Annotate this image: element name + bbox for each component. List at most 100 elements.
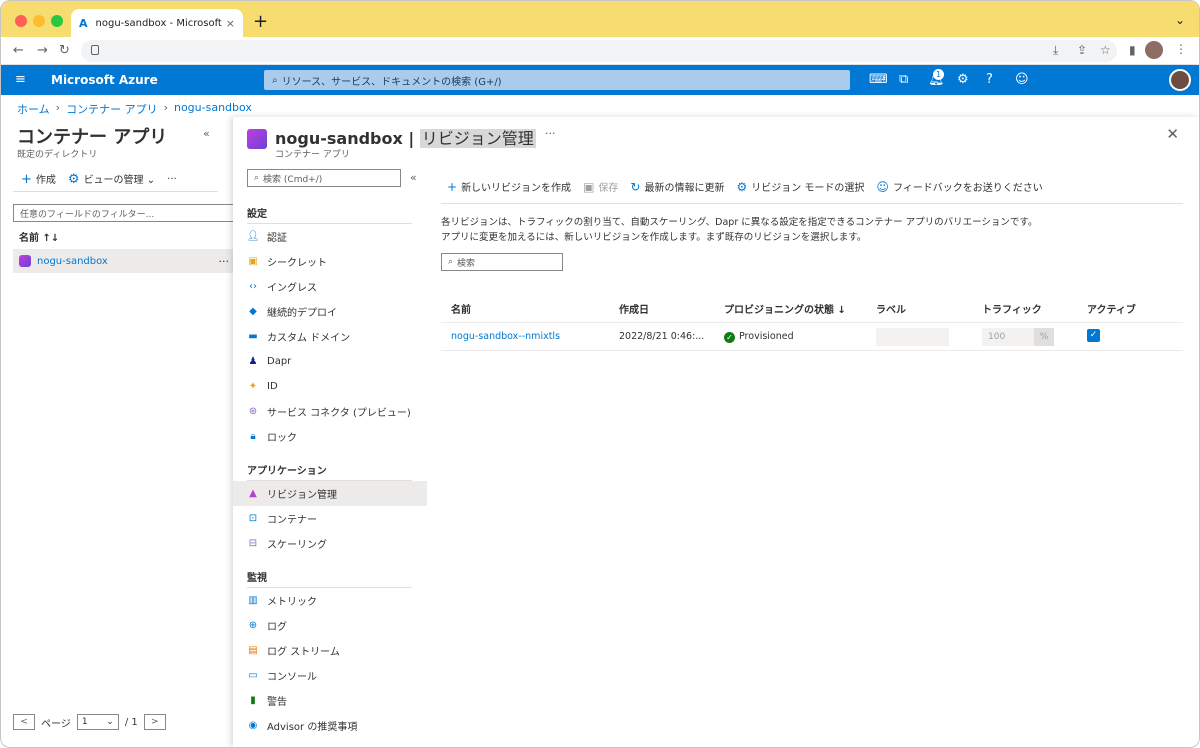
- domain-icon: ▬: [248, 331, 258, 342]
- menu-item-id[interactable]: ✦ ID: [233, 374, 427, 399]
- feedback-label: フィードバックをお送りください: [892, 183, 1043, 194]
- save-button[interactable]: ▣ 保存: [583, 179, 618, 194]
- next-page-button[interactable]: >: [143, 714, 166, 730]
- list-item-name[interactable]: nogu-sandbox: [37, 256, 108, 267]
- menu-item-continuous-deploy[interactable]: ◆ 継続的デプロイ: [233, 299, 427, 324]
- breadcrumb-container-apps[interactable]: コンテナー アプリ: [66, 101, 158, 117]
- global-search-input[interactable]: ⌕ リソース、サービス、ドキュメントの検索 (G+/): [264, 70, 850, 90]
- resource-menu-search[interactable]: ⌕ 検索 (Cmd+/): [247, 169, 401, 187]
- menu-item-console[interactable]: ▭ コンソール: [233, 663, 427, 688]
- cube-icon: ◆: [249, 306, 257, 317]
- account-avatar[interactable]: [1169, 69, 1191, 91]
- tab-search-chevron-icon[interactable]: ⌄: [1175, 13, 1185, 27]
- revision-name-link[interactable]: nogu-sandbox--nmixtls: [451, 331, 560, 342]
- divider: [441, 203, 1183, 204]
- more-commands-icon[interactable]: ···: [167, 174, 177, 185]
- menu-item-custom-domain[interactable]: ▬ カスタム ドメイン: [233, 324, 427, 349]
- column-header-name[interactable]: 名前: [451, 301, 471, 316]
- row-more-icon[interactable]: ···: [219, 255, 230, 268]
- menu-item-service-connector[interactable]: ⊛ サービス コネクタ (プレビュー): [233, 399, 427, 424]
- dapr-icon: ♟: [248, 356, 258, 367]
- column-header-traffic[interactable]: トラフィック: [982, 301, 1042, 316]
- menu-item-auth[interactable]: 👤︎ 認証: [233, 224, 427, 249]
- menu-item-secrets[interactable]: ▣ シークレット: [233, 249, 427, 274]
- menu-item-metrics[interactable]: ▥ メトリック: [233, 588, 427, 613]
- tab-close-icon[interactable]: ×: [226, 17, 235, 30]
- column-header-created[interactable]: 作成日: [619, 301, 649, 316]
- menu-item-alerts[interactable]: ▮ 警告: [233, 688, 427, 713]
- maximize-window-button[interactable]: [51, 15, 63, 27]
- traffic-value: 100: [988, 332, 1006, 342]
- container-icon: ⊡: [248, 513, 258, 524]
- person-icon: 👤︎: [246, 231, 260, 242]
- menu-item-log-stream[interactable]: ▤ ログ ストリーム: [233, 638, 427, 663]
- profile-avatar[interactable]: [1145, 41, 1163, 59]
- help-icon[interactable]: ?: [986, 72, 993, 87]
- browser-window: A nogu-sandbox - Microsoft Azure × + ⌄ ←…: [0, 0, 1200, 748]
- azure-favicon-icon: A: [79, 16, 88, 30]
- active-checkbox[interactable]: ✓: [1087, 329, 1100, 342]
- menu-item-ingress[interactable]: ‹› イングレス: [233, 274, 427, 299]
- menu-item-dapr[interactable]: ♟ Dapr: [233, 349, 427, 374]
- browser-tab[interactable]: A nogu-sandbox - Microsoft Azure ×: [71, 9, 243, 37]
- metrics-chart-icon: ▥: [248, 595, 258, 606]
- back-button[interactable]: ←: [13, 43, 24, 58]
- install-icon[interactable]: ⤓: [1053, 43, 1058, 58]
- revision-label-input[interactable]: [876, 328, 949, 346]
- menu-item-revision-management[interactable]: ▲ リビジョン管理: [233, 481, 427, 506]
- forward-button[interactable]: →: [37, 43, 48, 58]
- menu-item-locks[interactable]: 🔒︎ ロック: [233, 424, 427, 449]
- refresh-label: 最新の情報に更新: [644, 183, 725, 194]
- share-icon[interactable]: ⇪: [1077, 43, 1087, 57]
- blade-close-icon[interactable]: ✕: [1166, 125, 1179, 143]
- column-header-active[interactable]: アクティブ: [1087, 301, 1136, 316]
- page-select[interactable]: 1 ⌄: [76, 714, 119, 730]
- new-revision-button[interactable]: + 新しいリビジョンを作成: [447, 179, 571, 194]
- cloud-shell-icon[interactable]: ⌨: [869, 72, 888, 87]
- browser-menu-icon[interactable]: ⋮: [1175, 42, 1187, 56]
- pager: < ページ 1 ⌄ / 1 >: [13, 714, 166, 730]
- breadcrumb-home[interactable]: ホーム: [17, 101, 50, 117]
- prev-page-button[interactable]: <: [13, 714, 35, 730]
- menu-item-advisor[interactable]: ◉ Advisor の推奨事項: [233, 713, 427, 738]
- menu-item-scaling[interactable]: ⊟ スケーリング: [233, 531, 427, 556]
- manage-view-button[interactable]: ⚙ ビューの管理 ⌄: [68, 171, 155, 187]
- table-row[interactable]: nogu-sandbox--nmixtls 2022/8/21 0:46:...…: [441, 323, 1183, 351]
- refresh-button[interactable]: ↻ 最新の情報に更新: [630, 179, 724, 194]
- revision-search-input[interactable]: ⌕ 検索: [441, 253, 563, 271]
- address-bar[interactable]: [81, 40, 1117, 62]
- settings-gear-icon[interactable]: ⚙: [957, 72, 969, 87]
- page-current: 1: [81, 717, 88, 727]
- column-header-label[interactable]: ラベル: [876, 301, 906, 316]
- feedback-icon[interactable]: ☺: [1015, 72, 1029, 87]
- traffic-input[interactable]: 100%: [982, 328, 1054, 346]
- bookmark-star-icon[interactable]: ☆: [1100, 43, 1111, 57]
- new-tab-button[interactable]: +: [253, 11, 268, 32]
- blade-title-separator: |: [402, 129, 420, 148]
- search-icon: ⌕: [448, 257, 454, 267]
- menu-item-label: ログ: [267, 622, 287, 633]
- portal-menu-icon[interactable]: ≡: [15, 72, 26, 87]
- blade-more-icon[interactable]: ···: [545, 127, 556, 140]
- column-header-name[interactable]: 名前 ↑↓: [19, 229, 59, 244]
- side-panel-icon[interactable]: ▮: [1129, 43, 1136, 57]
- breadcrumb-resource[interactable]: nogu-sandbox: [174, 101, 252, 117]
- filter-input[interactable]: 任意のフィールドのフィルター...: [13, 204, 243, 222]
- list-item[interactable]: nogu-sandbox ···: [13, 249, 233, 273]
- directory-filter-icon[interactable]: ⧉: [899, 72, 908, 87]
- collapse-menu-icon[interactable]: «: [410, 171, 417, 184]
- brand-link[interactable]: Microsoft Azure: [51, 73, 158, 87]
- feedback-button[interactable]: ☺ フィードバックをお送りください: [876, 179, 1042, 194]
- revision-mode-button[interactable]: ⚙ リビジョン モードの選択: [736, 179, 864, 194]
- menu-item-label: ID: [267, 381, 278, 392]
- minimize-window-button[interactable]: [33, 15, 45, 27]
- revision-management-blade: nogu-sandbox | リビジョン管理 コンテナー アプリ ··· ✕ ⌕…: [233, 117, 1199, 747]
- menu-item-logs[interactable]: ⊕ ログ: [233, 613, 427, 638]
- column-header-provisioning-state[interactable]: プロビジョニングの状態 ↓: [724, 301, 846, 316]
- collapse-list-icon[interactable]: «: [203, 127, 210, 140]
- reload-button[interactable]: ↻: [59, 43, 70, 58]
- menu-item-containers[interactable]: ⊡ コンテナー: [233, 506, 427, 531]
- logs-icon: ⊕: [248, 620, 258, 631]
- create-button[interactable]: + 作成: [21, 171, 56, 187]
- close-window-button[interactable]: [15, 15, 27, 27]
